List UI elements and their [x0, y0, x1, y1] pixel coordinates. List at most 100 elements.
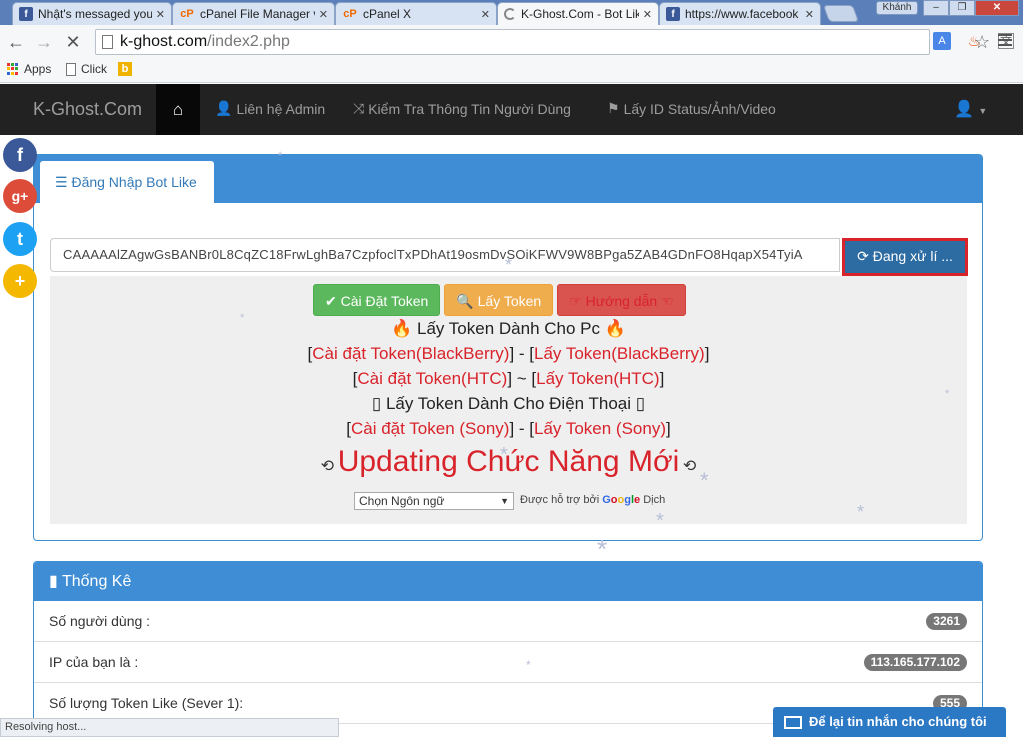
- snowflake-decoration: *: [278, 150, 283, 162]
- facebook-share-button[interactable]: f: [3, 138, 37, 172]
- snowflake-decoration: *: [700, 468, 709, 493]
- pc-heading: 🔥 Lấy Token Dành Cho Pc 🔥: [50, 319, 967, 339]
- url-host: k-ghost.com: [120, 33, 208, 50]
- snowflake-decoration: *: [945, 388, 950, 400]
- browser-tab[interactable]: f https://www.facebook ✕: [659, 2, 821, 25]
- maximize-button[interactable]: ❐: [949, 0, 975, 16]
- nav-get-status-id[interactable]: ⚑ Lấy ID Status/Ảnh/Video: [607, 100, 776, 117]
- bookmark-apps[interactable]: Apps: [7, 62, 51, 76]
- plus-icon: +: [14, 271, 26, 291]
- install-token-blackberry-link[interactable]: Cài đặt Token(BlackBerry): [312, 344, 509, 363]
- phone-heading-text: Lấy Token Dành Cho Điện Thoại: [385, 394, 632, 413]
- install-token-sony-link[interactable]: Cài đặt Token (Sony): [351, 419, 509, 438]
- profile-name[interactable]: Khánh: [876, 1, 918, 15]
- dropdown-arrow-icon: ▼: [500, 496, 509, 506]
- site-navbar: K-Ghost.Com ⌂ 👤 Liên hệ Admin ⤨ Kiểm Tra…: [0, 84, 1023, 135]
- token-button-row: ✔ Cài Đặt Token 🔍 Lấy Token ☞ Hướng dẫn …: [313, 284, 686, 316]
- stat-label: IP của bạn là :: [49, 654, 139, 670]
- get-token-sony-link[interactable]: Lấy Token (Sony): [534, 419, 666, 438]
- envelope-icon: [784, 716, 802, 729]
- browser-toolbar: ← → ✕ k-ghost.com/index2.php ☆ 文 A ♨: [0, 25, 1023, 59]
- snowflake-decoration: *: [857, 502, 865, 522]
- user-icon: 👤: [954, 101, 974, 118]
- check-icon: ✔: [325, 293, 337, 309]
- snowflake-decoration: *: [597, 534, 608, 564]
- loading-icon: [504, 8, 516, 20]
- blackberry-links: [Cài đặt Token(BlackBerry)] - [Lấy Token…: [307, 344, 710, 363]
- snowflake-decoration: *: [526, 658, 531, 672]
- get-token-button[interactable]: 🔍 Lấy Token: [444, 284, 554, 316]
- tab-title: cPanel File Manager v3: [200, 7, 315, 21]
- browser-tab[interactable]: cP cPanel X ✕: [335, 2, 497, 25]
- processing-button[interactable]: ⟳ Đang xử lí ...: [842, 238, 968, 276]
- bar-chart-icon: ▮: [49, 573, 58, 590]
- chrome-menu-icon[interactable]: [998, 34, 1012, 48]
- close-icon[interactable]: ✕: [481, 8, 490, 21]
- new-tab-button[interactable]: [822, 5, 860, 22]
- token-input[interactable]: CAAAAAlZAgwGsBANBr0L8CqZC18FrwLghBa7Czpf…: [50, 238, 840, 272]
- close-icon[interactable]: ✕: [643, 8, 652, 21]
- google-translate-icon[interactable]: A: [933, 32, 951, 50]
- get-token-blackberry-link[interactable]: Lấy Token(BlackBerry): [534, 344, 705, 363]
- bookmark-label: Apps: [24, 62, 52, 76]
- minimize-button[interactable]: –: [923, 0, 949, 16]
- nav-check-user-info[interactable]: ⤨ Kiểm Tra Thông Tin Người Dùng: [353, 100, 571, 117]
- caret-down-icon: ▼: [978, 106, 988, 116]
- twitter-share-button[interactable]: t: [3, 222, 37, 256]
- google-plus-share-button[interactable]: g+: [3, 179, 37, 213]
- stat-label: Số lượng Token Like (Sever 1):: [49, 695, 244, 711]
- stat-badge: 113.165.177.102: [863, 654, 967, 671]
- google-translate-credit: Được hỗ trợ bởi Google Dịch: [520, 494, 665, 506]
- close-icon[interactable]: ✕: [319, 8, 328, 21]
- nav-link-label: Liên hệ Admin: [236, 100, 326, 117]
- stop-loading-button[interactable]: ✕: [62, 31, 84, 53]
- fire-icon: 🔥: [604, 319, 626, 338]
- shuffle-icon: ⤨: [353, 100, 365, 116]
- cpanel-icon: cP: [343, 8, 357, 20]
- extension-icon[interactable]: ♨: [964, 31, 984, 51]
- guide-button[interactable]: ☞ Hướng dẫn ☜: [557, 284, 686, 316]
- stat-row: Số người dùng : 3261: [34, 601, 982, 642]
- stat-badge: 3261: [926, 613, 967, 630]
- page-icon: [102, 35, 113, 49]
- language-select[interactable]: Chọn Ngôn ngữ ▼: [354, 492, 514, 510]
- tab-login-bot-like[interactable]: ☰ Đăng Nhập Bot Like: [40, 161, 214, 204]
- close-icon[interactable]: ✕: [805, 8, 814, 21]
- get-token-htc-link[interactable]: Lấy Token(HTC): [536, 369, 659, 388]
- translate-link[interactable]: Dịch: [643, 494, 665, 506]
- forward-button[interactable]: →: [33, 31, 55, 53]
- browser-tab[interactable]: cP cPanel File Manager v3 ✕: [172, 2, 335, 25]
- install-token-button[interactable]: ✔ Cài Đặt Token: [313, 284, 441, 316]
- home-icon: ⌂: [172, 100, 184, 119]
- user-dropdown[interactable]: 👤 ▼: [954, 99, 987, 119]
- address-bar[interactable]: k-ghost.com/index2.php ☆ 文: [95, 29, 1014, 55]
- bookmark-bing[interactable]: b: [118, 62, 132, 76]
- close-icon[interactable]: ✕: [156, 8, 165, 21]
- snowflake-decoration: *: [500, 444, 508, 466]
- back-button[interactable]: ←: [5, 31, 27, 53]
- window-close-button[interactable]: ✕: [975, 0, 1019, 16]
- powered-by-text: Được hỗ trợ bởi: [520, 494, 600, 506]
- fire-icon: 🔥: [391, 319, 413, 338]
- apps-grid-icon: [7, 63, 19, 75]
- sony-links: [Cài đặt Token (Sony)] - [Lấy Token (Son…: [346, 419, 671, 438]
- retweet-icon: ⟲: [682, 458, 697, 475]
- google-plus-icon: g+: [11, 188, 29, 204]
- more-share-button[interactable]: +: [3, 264, 37, 298]
- panel-header: ☰ Đăng Nhập Bot Like: [34, 155, 982, 204]
- snowflake-decoration: *: [656, 510, 664, 532]
- browser-tab[interactable]: f Nhật's messaged you ✕: [12, 2, 172, 25]
- browser-tab-strip: f Nhật's messaged you ✕ cP cPanel File M…: [0, 0, 1023, 25]
- stat-row: IP của bạn là : 113.165.177.102: [34, 642, 982, 683]
- site-brand[interactable]: K-Ghost.Com: [33, 99, 142, 120]
- nav-contact-admin[interactable]: 👤 Liên hệ Admin: [215, 100, 325, 117]
- processing-label: Đang xử lí ...: [872, 248, 953, 264]
- leave-message-button[interactable]: Để lại tin nhắn cho chúng tôi: [773, 707, 1006, 737]
- bookmark-click[interactable]: Click: [66, 62, 107, 76]
- retweet-icon: ⟲: [320, 458, 335, 475]
- install-token-htc-link[interactable]: Cài đặt Token(HTC): [357, 369, 507, 388]
- home-button[interactable]: ⌂: [156, 84, 200, 135]
- bookmarks-bar: Apps Click b: [0, 59, 1023, 83]
- browser-tab-active[interactable]: K-Ghost.Com - Bot Like ✕: [497, 2, 659, 25]
- nav-link-label: Lấy ID Status/Ảnh/Video: [623, 100, 776, 117]
